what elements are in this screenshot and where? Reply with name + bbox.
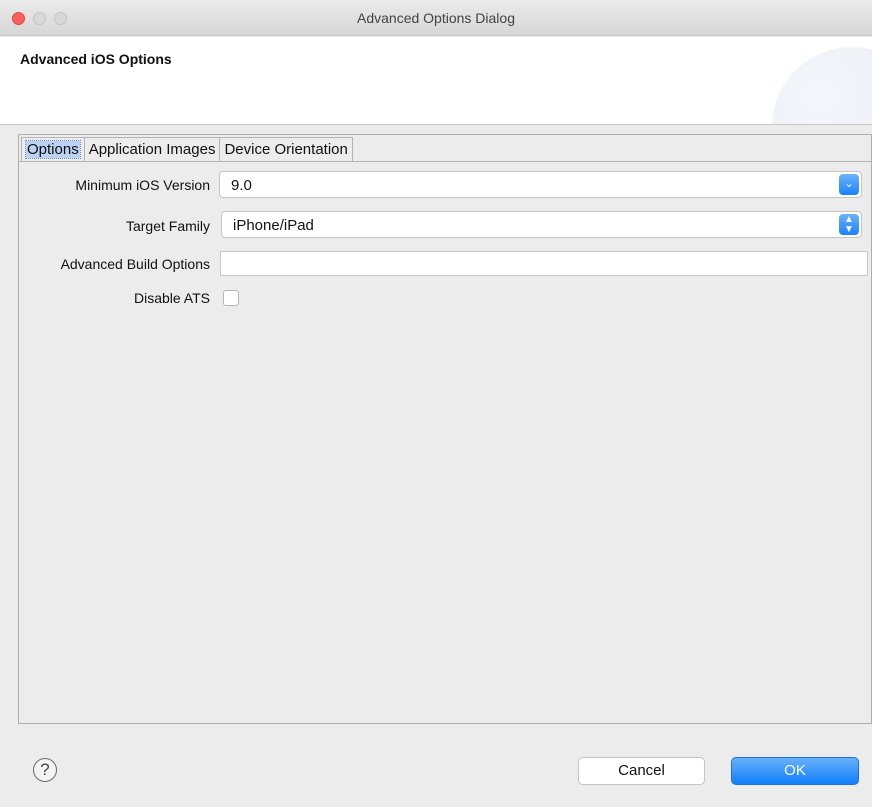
title-bar[interactable]: Advanced Options Dialog [0,0,872,36]
up-down-chevron-icon[interactable]: ▲ ▼ [839,214,859,235]
tab-application-images-label: Application Images [88,141,216,158]
tab-options[interactable]: Options [21,137,85,162]
target-family-select[interactable]: iPhone/iPad ▲ ▼ [221,211,862,238]
help-icon[interactable]: ? [33,758,57,782]
tab-options-label: Options [25,140,81,159]
min-ios-version-select[interactable]: 9.0 ⌄ [219,171,862,198]
advanced-build-options-label: Advanced Build Options [60,256,210,272]
disable-ats-checkbox[interactable] [223,290,239,306]
dialog-header: Advanced iOS Options [0,37,872,125]
page-title: Advanced iOS Options [20,51,172,67]
dialog-window: Advanced Options Dialog Advanced iOS Opt… [0,0,872,807]
min-ios-version-label: Minimum iOS Version [75,177,210,193]
header-decoration [772,47,872,124]
advanced-build-options-input[interactable] [220,251,868,276]
tab-device-orientation[interactable]: Device Orientation [219,137,353,162]
window-title: Advanced Options Dialog [357,10,515,26]
min-ios-version-value: 9.0 [231,177,252,194]
tab-bar: Options Application Images Device Orient… [21,137,353,162]
chevron-down-icon[interactable]: ⌄ [839,174,859,195]
ok-button[interactable]: OK [731,757,859,785]
target-family-value: iPhone/iPad [233,217,314,234]
disable-ats-label: Disable ATS [134,290,210,306]
target-family-label: Target Family [125,218,210,234]
tab-divider [19,161,871,162]
cancel-button[interactable]: Cancel [578,757,705,785]
tab-device-orientation-label: Device Orientation [224,141,348,158]
tab-application-images[interactable]: Application Images [83,137,221,162]
